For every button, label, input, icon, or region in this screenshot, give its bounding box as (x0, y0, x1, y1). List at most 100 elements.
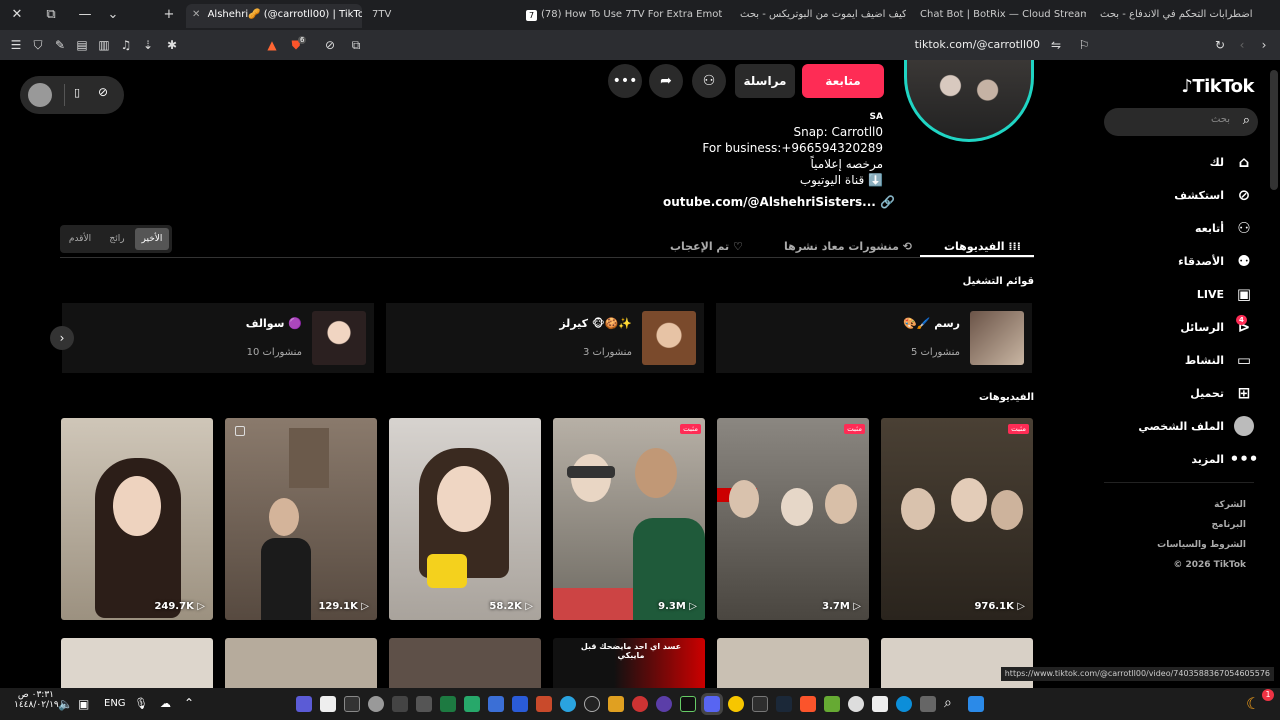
search-icon[interactable]: ⌕ (944, 695, 952, 711)
playlist-card[interactable]: كيرلز 🐵🍪✨ 3 منشورات (386, 303, 704, 373)
menu-icon[interactable]: ☰ (8, 37, 24, 53)
phone-icon[interactable]: ▯ (74, 86, 80, 99)
video-card[interactable]: مثبت 9.3M ▷ (553, 418, 705, 620)
message-button[interactable]: مراسلة (735, 64, 795, 98)
tiktok-logo[interactable]: ♪TikTok (1181, 76, 1254, 97)
sidebar-item-live[interactable]: ▣ LIVE (1197, 281, 1254, 307)
reader-icon[interactable]: ▤ (74, 37, 90, 53)
new-tab-icon[interactable]: + (160, 6, 178, 24)
forward-icon[interactable]: ‹ (1234, 37, 1250, 53)
sidebar-item-messages[interactable]: ⊳ 4 الرسائل (1180, 314, 1254, 340)
xbox-icon[interactable] (680, 696, 696, 712)
excel-icon[interactable] (440, 696, 456, 712)
sidebar-item-foryou[interactable]: ⌂ لك (1210, 149, 1254, 175)
app-icon[interactable] (488, 696, 504, 712)
footer-link[interactable]: البرنامج (1211, 520, 1246, 530)
video-card[interactable]: 58.2K ▷ (389, 418, 541, 620)
video-card[interactable] (225, 638, 377, 688)
chevron-down-icon[interactable]: ⌄ (104, 6, 122, 24)
video-card[interactable]: 129.1K ▷ (225, 418, 377, 620)
extensions-icon[interactable]: ✱ (164, 37, 180, 53)
edge-icon[interactable] (896, 696, 912, 712)
volume-icon[interactable]: 🔈 (58, 697, 73, 711)
reload-icon[interactable]: ↻ (1212, 37, 1228, 53)
tab-botrix[interactable]: Chat Bot | BotRix — Cloud Streaming (920, 4, 1086, 28)
music-icon[interactable]: ♫ (118, 37, 134, 53)
search-icon[interactable]: ⌕ (1243, 113, 1250, 128)
sidebar-item-explore[interactable]: ⊘ استكشف (1174, 182, 1254, 208)
brave-icon[interactable] (800, 696, 816, 712)
sidebar-item-more[interactable]: ••• المزيد (1191, 446, 1258, 472)
sort-latest[interactable]: الأخير (135, 228, 169, 250)
site-settings-icon[interactable]: ⇋ (1048, 37, 1064, 53)
sidebar-item-upload[interactable]: ⊞ تحميل (1190, 380, 1254, 406)
mic-icon[interactable]: 🎙 (134, 697, 148, 710)
pen-icon[interactable]: ✎ (52, 37, 68, 53)
playlist-card[interactable]: 🎨🖌️ رسم 5 منشورات (716, 303, 1032, 373)
chevron-up-icon[interactable]: ⌃ (184, 696, 194, 710)
capcut-icon[interactable] (392, 696, 408, 712)
footer-link[interactable]: الشركة (1214, 500, 1246, 510)
windows-start-icon[interactable] (968, 696, 984, 712)
task-view-icon[interactable] (920, 696, 936, 712)
network-icon[interactable]: ▣ (78, 697, 89, 711)
close-tab-icon[interactable]: ✕ (192, 9, 200, 20)
sidebar-item-friends[interactable]: ⚉ الأصدقاء (1178, 248, 1254, 274)
more-options-button[interactable]: ••• (608, 64, 642, 98)
tab-tiktok[interactable]: ✕ Alshehri🥜 (@carrotll00) | TikTok (186, 4, 362, 28)
tab-reposts[interactable]: منشورات معاد نشرها ⟲ (784, 240, 912, 253)
profile-avatar[interactable] (904, 60, 1034, 142)
tab-7tv[interactable]: 7TV (372, 4, 512, 28)
compass-icon[interactable]: ⊘ (98, 85, 108, 99)
app-icon[interactable] (344, 696, 360, 712)
playlist-card[interactable]: سوالف 🟣 10 منشورات (62, 303, 374, 373)
close-window-icon[interactable]: ✕ (8, 6, 26, 24)
weather-icon[interactable]: ☾ (1246, 694, 1260, 713)
app-icon[interactable] (848, 696, 864, 712)
checkbox-icon[interactable] (235, 426, 245, 436)
shield-icon[interactable]: ⛉ (30, 37, 46, 53)
scrollbar[interactable] (1270, 70, 1278, 190)
follow-button[interactable]: متابعة (802, 64, 884, 98)
share-icon[interactable]: ⧉ (348, 37, 364, 53)
app-icon[interactable] (752, 696, 768, 712)
app-icon[interactable] (728, 696, 744, 712)
minimize-icon[interactable]: — (76, 6, 94, 24)
address-bar[interactable]: tiktok.com/@carrotll00 (915, 38, 1040, 51)
video-card[interactable] (717, 638, 869, 688)
share-button[interactable]: ➦ (649, 64, 683, 98)
app-icon[interactable] (632, 696, 648, 712)
store-icon[interactable] (872, 696, 888, 712)
onedrive-icon[interactable]: ☁ (160, 697, 171, 710)
video-card[interactable] (61, 638, 213, 688)
sidebar-item-activity[interactable]: ▭ النشاط (1185, 347, 1254, 373)
no-translate-icon[interactable]: ⊘ (322, 37, 338, 53)
sidebar-icon[interactable]: ▥ (96, 37, 112, 53)
bookmark-icon[interactable]: ⚐ (1076, 37, 1092, 53)
back-icon[interactable]: › (1256, 37, 1272, 53)
word-icon[interactable] (512, 696, 528, 712)
tab-impulse[interactable]: اضطرابات التحكم في الاندفاع - بحث (1100, 4, 1280, 28)
app-icon[interactable] (608, 696, 624, 712)
clock[interactable]: ٠٣:٣١ ص ١٤٤٨/٠٢/١٩ (14, 690, 59, 710)
app-icon[interactable] (296, 696, 312, 712)
video-card[interactable] (389, 638, 541, 688)
sort-oldest[interactable]: الأقدم (63, 228, 97, 250)
video-card[interactable]: 249.7K ▷ (61, 418, 213, 620)
telegram-icon[interactable] (560, 696, 576, 712)
sidebar-item-profile[interactable]: الملف الشخصي (1138, 413, 1254, 439)
footer-link[interactable]: الشروط والسياسات (1157, 540, 1246, 550)
notification-badge[interactable]: 1 (1262, 689, 1274, 701)
sort-popular[interactable]: رائج (100, 228, 134, 250)
chatgpt-icon[interactable] (584, 696, 600, 712)
tab-search-icon[interactable]: ⧉ (42, 6, 60, 24)
app-icon[interactable] (464, 696, 480, 712)
tab-youtube[interactable]: 7 (78) How To Use 7TV For Extra Emotes (526, 4, 722, 28)
tab-bing-botrix[interactable]: كيف اضيف ايموت من البوتريكس - بحث (740, 4, 906, 28)
video-card[interactable]: مثبت 976.1K ▷ (881, 418, 1033, 620)
download-icon[interactable]: ⇣ (140, 37, 156, 53)
app-icon[interactable] (656, 696, 672, 712)
search-input[interactable]: بحث ⌕ (1104, 108, 1258, 136)
video-card[interactable]: مثبت 3.7M ▷ (717, 418, 869, 620)
powerpoint-icon[interactable] (536, 696, 552, 712)
